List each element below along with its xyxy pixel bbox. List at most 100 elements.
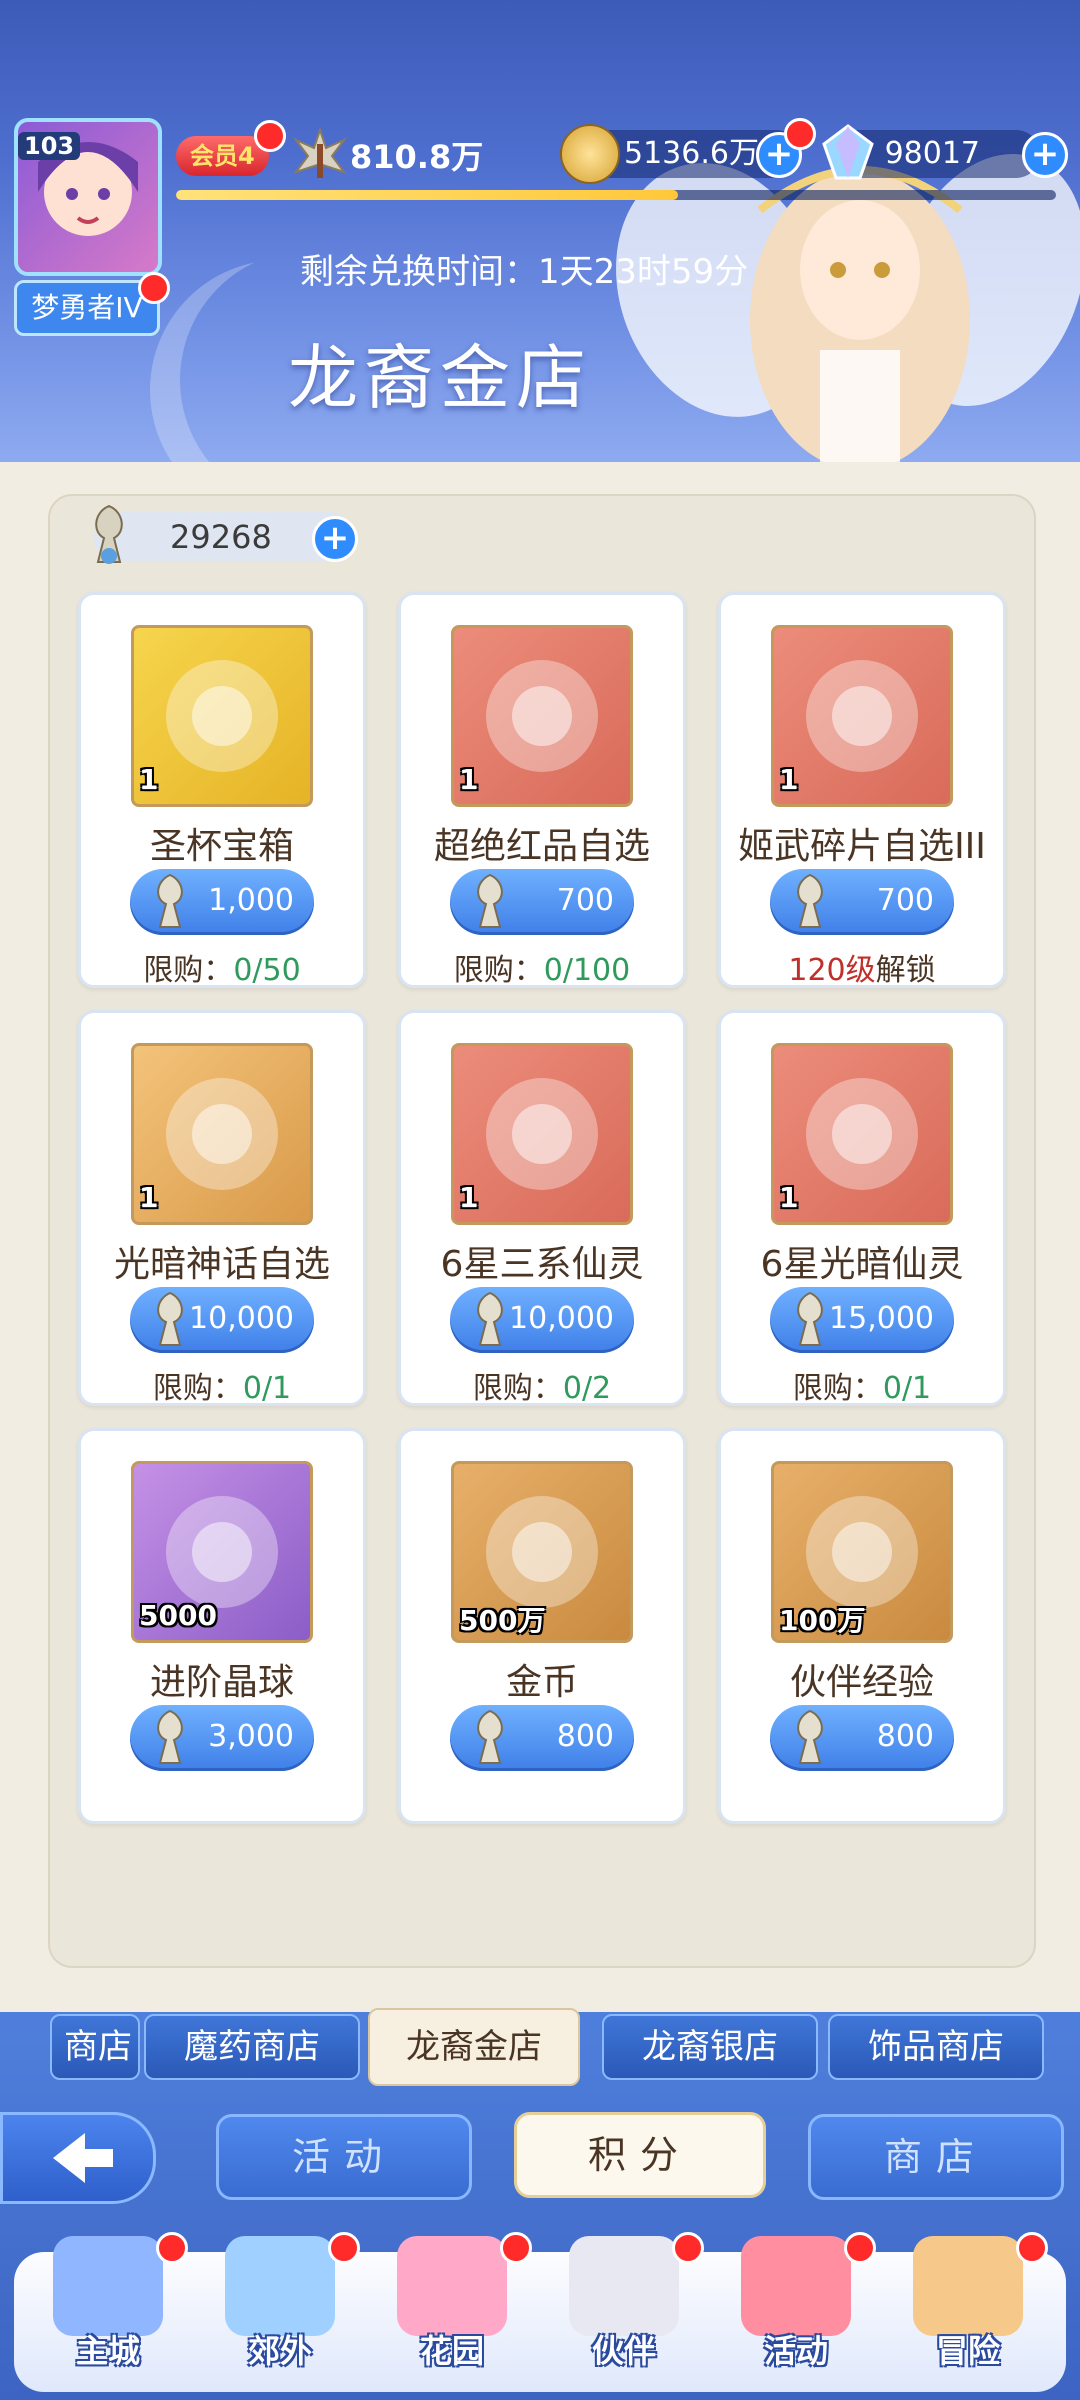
item-card[interactable]: 1 6星三系仙灵 10,000 限购：0/2 bbox=[398, 1010, 686, 1406]
buy-button[interactable]: 3,000 bbox=[130, 1705, 314, 1771]
unlock-label: 解锁 bbox=[875, 953, 936, 988]
item-price: 800 bbox=[556, 1719, 614, 1754]
item-quantity: 1 bbox=[139, 763, 159, 796]
gold-coin-icon bbox=[560, 124, 620, 184]
exp-progress-fill bbox=[176, 190, 678, 200]
item-name: 6星三系仙灵 bbox=[440, 1244, 644, 1285]
tab-dragon-silver-shop[interactable]: 龙裔银店 bbox=[602, 2014, 818, 2080]
notification-dot bbox=[500, 2232, 532, 2264]
item-card[interactable]: 1 光暗神话自选 10,000 限购：0/1 bbox=[78, 1010, 366, 1406]
dragon-coin-icon bbox=[797, 873, 823, 928]
item-name: 超绝红品自选 bbox=[433, 826, 650, 867]
item-card[interactable]: 1 姬武碎片自选III 700 120级解锁 bbox=[718, 592, 1006, 988]
purchase-limit: 限购：0/2 bbox=[401, 1363, 683, 1407]
item-price: 1,000 bbox=[208, 883, 294, 918]
item-card[interactable]: 100万 伙伴经验 800 bbox=[718, 1428, 1006, 1824]
shop-title: 龙裔金店 bbox=[288, 337, 592, 419]
notification-dot bbox=[138, 272, 170, 304]
points-button[interactable]: 积分 bbox=[514, 2112, 766, 2198]
item-price: 10,000 bbox=[189, 1301, 294, 1336]
nav-item[interactable]: 郊外 bbox=[200, 2232, 360, 2376]
limit-label: 限购： bbox=[143, 953, 234, 988]
power-icon bbox=[292, 126, 348, 178]
nav-icon bbox=[913, 2236, 1023, 2336]
item-card[interactable]: 1 圣杯宝箱 1,000 限购：0/50 bbox=[78, 592, 366, 988]
gem-value: 98017 bbox=[884, 136, 980, 171]
back-arrow-icon bbox=[53, 2133, 113, 2183]
item-quantity: 500万 bbox=[459, 1604, 546, 1637]
nav-item[interactable]: 冒险 bbox=[888, 2232, 1048, 2376]
nav-item[interactable]: 伙伴 bbox=[544, 2232, 704, 2376]
nav-label: 冒险 bbox=[935, 2332, 1000, 2370]
limit-label: 限购： bbox=[792, 1371, 883, 1406]
buy-button[interactable]: 700 bbox=[450, 869, 634, 935]
limit-label: 限购： bbox=[152, 1371, 243, 1406]
back-button[interactable] bbox=[0, 2112, 156, 2204]
item-price: 15,000 bbox=[829, 1301, 934, 1336]
item-name: 圣杯宝箱 bbox=[149, 826, 294, 867]
shop-currency-value: 29268 bbox=[170, 518, 272, 556]
remaining-time-text: 剩余兑换时间：1天23时59分 bbox=[300, 252, 749, 292]
nav-icon bbox=[397, 2236, 507, 2336]
activity-button[interactable]: 活动 bbox=[216, 2114, 472, 2200]
nav-icon bbox=[225, 2236, 335, 2336]
buy-button[interactable]: 15,000 bbox=[770, 1287, 954, 1353]
purchase-limit: 120级解锁 bbox=[721, 945, 1003, 989]
notification-dot bbox=[672, 2232, 704, 2264]
dragon-coin-icon bbox=[477, 1291, 503, 1346]
tab-accessory-shop[interactable]: 饰品商店 bbox=[828, 2014, 1044, 2080]
item-price: 3,000 bbox=[208, 1719, 294, 1754]
notification-dot bbox=[784, 118, 816, 150]
shop-button[interactable]: 商店 bbox=[808, 2114, 1064, 2200]
buy-button[interactable]: 1,000 bbox=[130, 869, 314, 935]
item-name: 金币 bbox=[505, 1662, 578, 1703]
item-price: 10,000 bbox=[509, 1301, 614, 1336]
limit-label: 限购： bbox=[453, 953, 544, 988]
nav-item[interactable]: 活动 bbox=[716, 2232, 876, 2376]
item-quantity: 1 bbox=[459, 1181, 479, 1214]
limit-value: 0/100 bbox=[543, 953, 631, 988]
exp-progress-bar bbox=[176, 190, 1056, 200]
limit-value: 0/1 bbox=[242, 1371, 292, 1406]
dragon-coin-icon bbox=[157, 1291, 183, 1346]
add-currency-button[interactable]: + bbox=[312, 516, 358, 562]
nav-icon bbox=[53, 2236, 163, 2336]
nav-label: 花园 bbox=[419, 2332, 484, 2370]
limit-label: 限购： bbox=[472, 1371, 563, 1406]
limit-value: 0/50 bbox=[233, 953, 301, 988]
add-gem-button[interactable]: + bbox=[1022, 132, 1068, 178]
buy-button[interactable]: 800 bbox=[770, 1705, 954, 1771]
item-card[interactable]: 1 6星光暗仙灵 15,000 限购：0/1 bbox=[718, 1010, 1006, 1406]
purchase-limit: 限购：0/50 bbox=[81, 945, 363, 989]
notification-dot bbox=[328, 2232, 360, 2264]
nav-item[interactable]: 主城 bbox=[28, 2232, 188, 2376]
buy-button[interactable]: 10,000 bbox=[130, 1287, 314, 1353]
purchase-limit: 限购：0/1 bbox=[81, 1363, 363, 1407]
gem-icon bbox=[822, 124, 874, 180]
dragon-coin-icon bbox=[95, 504, 123, 564]
tab-shop-partial[interactable]: 商店 bbox=[50, 2014, 140, 2080]
item-card[interactable]: 500万金币 800 bbox=[398, 1428, 686, 1824]
item-name: 进阶晶球 bbox=[149, 1662, 294, 1703]
dragon-coin-icon bbox=[797, 1291, 823, 1346]
nav-item[interactable]: 花园 bbox=[372, 2232, 532, 2376]
notification-dot bbox=[156, 2232, 188, 2264]
buy-button[interactable]: 10,000 bbox=[450, 1287, 634, 1353]
dragon-coin-icon bbox=[157, 1709, 183, 1764]
item-quantity: 100万 bbox=[779, 1604, 866, 1637]
power-value: 810.8万 bbox=[350, 138, 484, 176]
buy-button[interactable]: 700 bbox=[770, 869, 954, 935]
buy-button[interactable]: 800 bbox=[450, 1705, 634, 1771]
dragon-coin-icon bbox=[477, 1709, 503, 1764]
nav-label: 活动 bbox=[763, 2332, 828, 2370]
purchase-limit: 限购：0/100 bbox=[401, 945, 683, 989]
item-card[interactable]: 1 超绝红品自选 700 限购：0/100 bbox=[398, 592, 686, 988]
tab-dragon-gold-shop[interactable]: 龙裔金店 bbox=[368, 2008, 580, 2086]
gold-value: 5136.6万 bbox=[624, 136, 759, 171]
item-price: 700 bbox=[556, 883, 614, 918]
tab-potion-shop[interactable]: 魔药商店 bbox=[144, 2014, 360, 2080]
nav-icon bbox=[741, 2236, 851, 2336]
item-price: 700 bbox=[876, 883, 934, 918]
purchase-limit: 限购：0/1 bbox=[721, 1363, 1003, 1407]
item-card[interactable]: 5000 进阶晶球 3,000 bbox=[78, 1428, 366, 1824]
